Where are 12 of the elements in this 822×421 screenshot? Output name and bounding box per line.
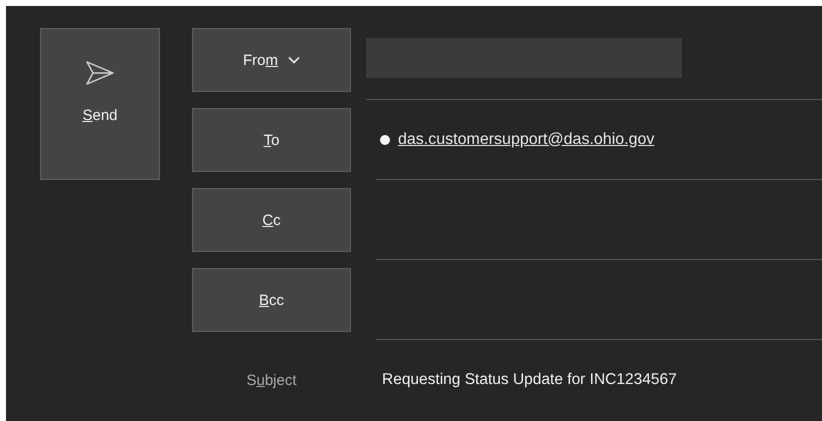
from-dropdown[interactable]: From — [192, 28, 351, 92]
subject-field[interactable]: Requesting Status Update for INC1234567 — [376, 371, 677, 389]
subject-label: Subject — [245, 372, 298, 388]
address-button[interactable]: Cc — [192, 188, 351, 252]
send-button[interactable]: Send — [40, 28, 160, 180]
recipient-link[interactable]: das.customersupport@das.ohio.gov — [398, 130, 654, 148]
address-button[interactable]: Bcc — [192, 268, 351, 332]
caret-icon — [288, 56, 300, 64]
presence-dot-icon — [380, 134, 390, 144]
address-button[interactable]: To — [192, 108, 351, 172]
recipient-field[interactable]: das.customersupport@das.ohio.gov — [376, 100, 822, 180]
send-icon — [86, 61, 114, 85]
